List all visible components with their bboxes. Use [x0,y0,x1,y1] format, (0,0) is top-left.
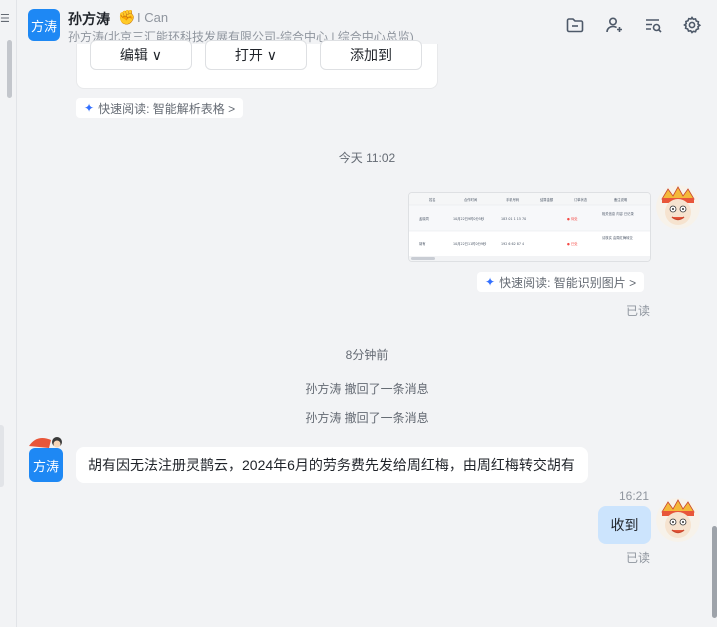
search-history-icon[interactable] [642,14,664,36]
edit-button[interactable]: 编辑 ∨ [90,40,192,70]
image-message[interactable]: 姓名 合作时间 手机号码 结算金额 订单状态 备注说明 孟晓同 10月22日9时… [408,192,651,262]
folder-icon[interactable] [564,14,586,36]
img-cell-1-0: 胡有 [419,241,426,246]
add-member-icon[interactable] [603,14,625,36]
message-time: 16:21 [619,489,650,503]
incoming-message[interactable]: 胡有因无法注册灵鹊云，2024年6月的劳务费先发给周红梅，由周红梅转交胡有 [76,447,588,483]
incoming-message-text: 胡有因无法注册灵鹊云，2024年6月的劳务费先发给周红梅，由周红梅转交胡有 [88,457,575,473]
outgoing-message-text: 收到 [610,517,639,533]
time-divider: 今天 11:02 [338,151,396,165]
file-card: 编辑 ∨ 打开 ∨ 添加到 [76,40,438,89]
img-header-3: 结算金额 [540,197,554,202]
status-emoji-icon: ✊ [118,9,136,25]
img-header-4: 订单状态 [574,197,588,202]
img-cell-1-1: 10月22日11时0分9秒 [453,241,487,246]
chat-scrollbar[interactable] [712,526,717,618]
quick-read-table-label: 快速阅读: 智能解析表格 > [98,101,236,116]
menu-icon[interactable]: ☰ [0,12,10,25]
quick-read-image-label: 快速阅读: 智能识别图片 > [499,275,637,290]
contact-signature: I Can [137,10,169,25]
time-divider: 8分钟前 [345,348,389,362]
contact-name[interactable]: 孙方涛 [68,9,110,29]
my-avatar[interactable] [656,185,700,229]
add-to-button[interactable]: 添加到 [320,40,422,70]
img-cell-0-1: 10月22日9时0分5秒 [453,216,485,221]
header-toolbar [564,14,703,36]
left-panel-strip: ☰ [0,0,17,627]
recall-notice: 孙方涛 撤回了一条消息 [305,411,429,425]
img-cell-0-4: ● 待处 [567,216,578,221]
img-header-5: 备注说明 [614,197,628,202]
sparkle-icon: ✦ [84,101,95,115]
quick-read-table-chip[interactable]: ✦ 快速阅读: 智能解析表格 > [76,98,244,118]
open-button[interactable]: 打开 ∨ [205,40,307,70]
img-cell-0-5: 相关信息 内容 已记录 [602,211,634,216]
sparkle-icon: ✦ [485,275,496,289]
sender-avatar-label: 方涛 [29,448,63,482]
img-header-1: 合作时间 [464,197,477,202]
img-cell-0-0: 孟晓同 [419,216,429,221]
img-header-0: 姓名 [429,197,436,202]
read-status: 已读 [626,551,651,565]
my-avatar[interactable] [656,498,700,542]
left-panel-tab[interactable] [0,425,4,487]
recall-notice: 孙方涛 撤回了一条消息 [305,382,429,396]
left-scrollbar[interactable] [7,40,12,98]
read-status: 已读 [626,304,651,318]
contact-avatar[interactable]: 方涛 [28,9,60,41]
outgoing-message[interactable]: 收到 [598,506,651,544]
img-cell-1-4: ● 已处 [567,241,578,246]
img-cell-1-2: 192 6 62 87 4 [501,242,524,246]
quick-read-image-chip[interactable]: ✦ 快速阅读: 智能识别图片 > [477,272,645,292]
message-list[interactable]: 编辑 ∨ 打开 ∨ 添加到 ✦ 快速阅读: 智能解析表格 > 今天 11:02 … [17,40,717,627]
img-header-2: 手机号码 [506,197,520,202]
img-cell-0-2: 183 01 1 15 70 [501,217,526,221]
img-cell-1-5: 请核实 由周红梅转交 [602,235,633,240]
settings-icon[interactable] [681,14,703,36]
sender-avatar[interactable]: 方涛 [27,436,67,482]
